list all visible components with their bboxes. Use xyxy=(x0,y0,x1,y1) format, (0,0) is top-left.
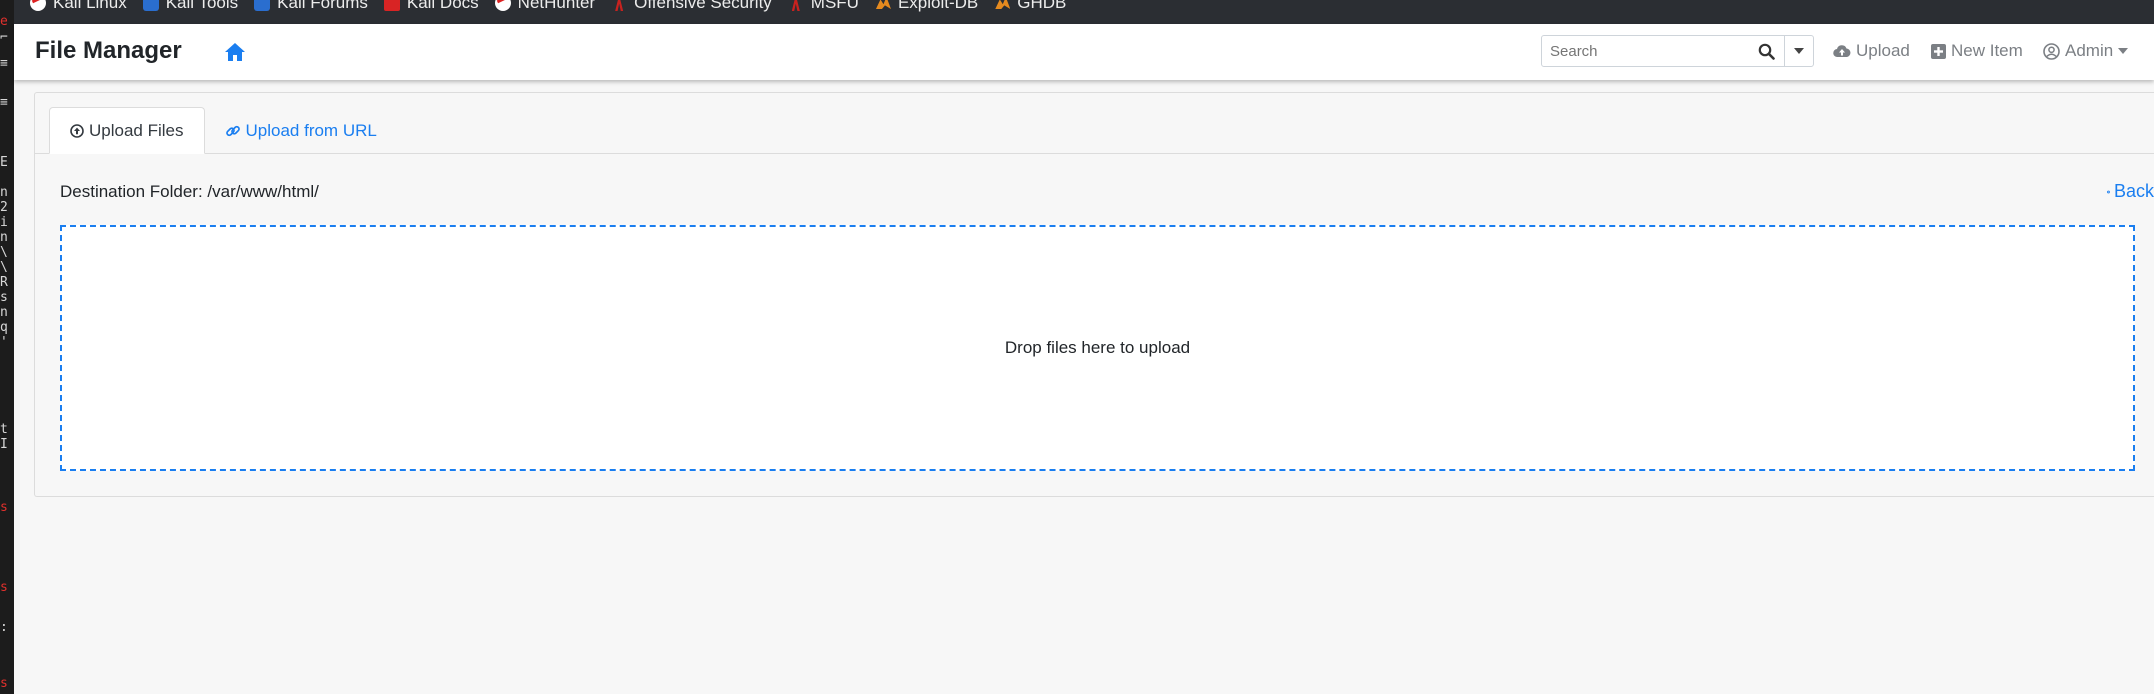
bookmark-label: Offensive Security xyxy=(634,0,772,12)
cloud-upload-icon xyxy=(1833,45,1851,58)
bookmark-kali-tools[interactable]: Kali Tools xyxy=(142,0,238,12)
new-item-link[interactable]: New Item xyxy=(1931,41,2023,61)
search-group xyxy=(1541,35,1814,67)
bookmarks-bar: Kali Linux Kali Tools Kali Forums Kali D… xyxy=(14,0,2154,24)
chevron-down-icon xyxy=(2118,48,2129,54)
bookmark-label: Kali Docs xyxy=(406,0,479,12)
app-title[interactable]: File Manager xyxy=(35,37,182,65)
search-options-dropdown[interactable] xyxy=(1783,36,1813,66)
bookmark-label: Kali Tools xyxy=(165,0,239,12)
tab-label: Upload Files xyxy=(89,120,184,140)
ghdb-icon xyxy=(994,0,1010,11)
user-circle-icon xyxy=(2043,42,2060,60)
bookmark-label: Kali Linux xyxy=(53,0,127,12)
upload-card: Upload Files Upload from URL Destination… xyxy=(34,92,2154,497)
kali-docs-icon xyxy=(383,0,400,11)
kali-forums-icon xyxy=(254,0,271,11)
search-icon xyxy=(1758,43,1775,60)
file-dropzone[interactable]: Drop files here to upload xyxy=(60,225,2135,471)
bookmark-offensive-security[interactable]: Offensive Security xyxy=(611,0,772,12)
new-item-label: New Item xyxy=(1951,41,2023,60)
tab-upload-files[interactable]: Upload Files xyxy=(49,107,205,154)
kali-tools-icon xyxy=(142,0,159,11)
back-link[interactable]: Back xyxy=(2107,181,2154,202)
link-icon xyxy=(225,125,240,136)
back-label: Back xyxy=(2113,181,2154,201)
tab-upload-from-url[interactable]: Upload from URL xyxy=(205,107,397,154)
offsec-icon xyxy=(611,0,627,11)
bookmark-label: GHDB xyxy=(1017,0,1067,12)
nethunter-icon xyxy=(494,0,511,11)
bookmark-kali-docs[interactable]: Kali Docs xyxy=(383,0,479,12)
bookmark-nethunter[interactable]: NetHunter xyxy=(494,0,595,12)
top-navbar: File Manager Upload New Item xyxy=(14,24,2154,80)
upload-tabs: Upload Files Upload from URL xyxy=(49,107,397,154)
upload-label: Upload xyxy=(1856,41,1910,60)
chevron-down-icon xyxy=(1793,48,1804,54)
upload-link[interactable]: Upload xyxy=(1833,41,1910,61)
home-icon[interactable] xyxy=(224,42,246,62)
destination-folder-label: Destination Folder: /var/www/html/ xyxy=(60,182,319,201)
search-button[interactable] xyxy=(1749,36,1784,66)
tab-label: Upload from URL xyxy=(245,120,377,140)
chevron-circle-left-icon xyxy=(2107,190,2110,193)
bookmark-ghdb[interactable]: GHDB xyxy=(994,0,1066,12)
arrow-circle-up-icon xyxy=(70,123,84,138)
bookmark-label: NetHunter xyxy=(517,0,596,12)
bookmark-kali-forums[interactable]: Kali Forums xyxy=(254,0,368,12)
dropzone-message: Drop files here to upload xyxy=(1004,338,1191,357)
bookmark-msfu[interactable]: MSFU xyxy=(788,0,859,12)
bookmark-label: Exploit-DB xyxy=(897,0,979,12)
bookmark-exploit-db[interactable]: Exploit-DB xyxy=(875,0,978,12)
plus-square-icon xyxy=(1931,43,1946,59)
search-input[interactable] xyxy=(1542,36,1749,66)
exploit-db-icon xyxy=(875,0,891,11)
bookmark-label: Kali Forums xyxy=(277,0,368,12)
bookmark-kali-linux[interactable]: Kali Linux xyxy=(30,0,127,12)
kali-dragon-icon xyxy=(30,0,46,11)
bookmark-label: MSFU xyxy=(810,0,859,12)
admin-label: Admin xyxy=(2065,41,2114,60)
terminal-window-edge: e ⌐ ≡ ≡ E n 2 i n \ \ R s n q ' t I s s … xyxy=(0,0,14,694)
msfu-icon xyxy=(788,0,804,11)
admin-menu[interactable]: Admin xyxy=(2043,41,2129,61)
